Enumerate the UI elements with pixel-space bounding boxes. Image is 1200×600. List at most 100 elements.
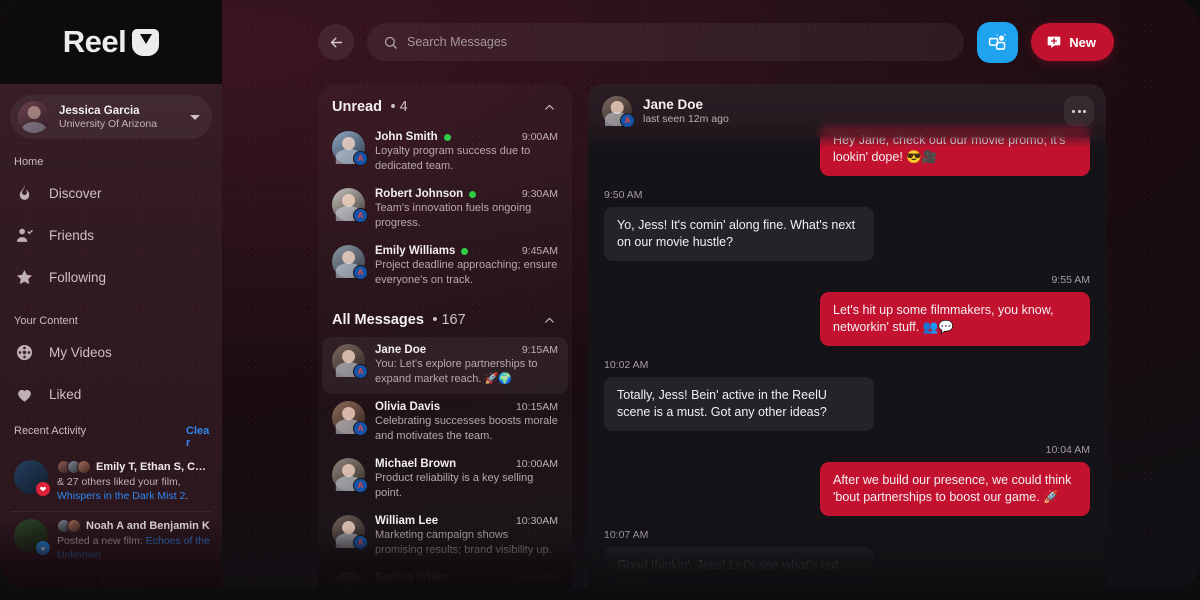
activity-body: Noah A and Benjamin K Posted a new film:… [57,519,212,562]
message-item-top: John Smith 9:00AM [375,131,558,143]
message-timestamp: 9:30AM [521,188,558,200]
recent-activity-header: Recent Activity Clear [14,425,212,449]
message-list-item[interactable]: A William Lee 10:30AM Marketing campaign… [322,508,568,565]
new-message-button[interactable]: New [1031,23,1114,61]
message-item-body: Robert Johnson 9:30AM Team's innovation … [375,188,558,231]
message-item-body: Emily Williams 9:45AM Project deadline a… [375,245,558,288]
sidebar-item-discover[interactable]: Discover [0,172,222,214]
chat-contact-status: last seen 12m ago [643,112,729,125]
university-badge-icon: A [353,151,368,166]
app-root: Reel Jessica Garcia University Of Arizon… [0,0,1200,600]
message-timestamp: 10:45AM [515,572,558,584]
message-item-body: William Lee 10:30AM Marketing campaign s… [375,515,558,558]
profile-switcher[interactable]: Jessica Garcia University Of Arizona [10,95,212,139]
message-list-scroll[interactable]: Unread • 4 A John Smith 9:00AM Loyalty p… [318,84,572,588]
activity-body: Victoria Sanchez Started following you. [57,578,212,588]
activity-film-link[interactable]: Whispers in the Dark Mist 2 [57,490,185,502]
message-item-top: William Lee 10:30AM [375,515,558,527]
search-input[interactable] [407,35,949,49]
activity-avatar-stack [57,519,81,533]
nav-section-label-your-content: Your Content [14,315,78,327]
chat-bubble-outgoing[interactable]: After we build our presence, we could th… [820,462,1090,516]
message-group-header-unread[interactable]: Unread • 4 [318,84,572,124]
activity-text: & 27 others liked your film, Whispers in… [57,475,212,503]
activity-text-after: . [185,490,189,502]
chat-bubble-incoming[interactable]: Totally, Jess! Bein' active in the ReelU… [604,377,874,431]
activity-item[interactable]: ● Noah A and Benjamin K Posted a new fil… [10,512,212,571]
sidebar-item-label: My Videos [49,344,112,360]
activity-text: Posted a new film: Echoes of the Unknown [57,534,212,562]
search-bar[interactable] [367,23,965,61]
sidebar-item-label: Friends [49,227,95,243]
message-item-top: Sophia White 10:45AM [375,572,558,584]
ai-compose-button[interactable] [977,21,1019,63]
activity-thumbnail: ● [14,519,50,555]
message-preview: Loyalty program success due to dedicated… [375,145,531,172]
activity-item[interactable]: ❤ Emily T, Ethan S, Chloe A & 27 others … [10,453,212,512]
new-message-label: New [1069,34,1096,50]
message-timestamp: 9:45AM [521,245,558,257]
new-message-icon [1047,36,1061,48]
brand-name: Reel [62,24,127,59]
profile-text: Jessica Garcia University Of Arizona [59,104,181,131]
chat-bubble-incoming[interactable]: Good thinkin', Jess! Let's see what's ou… [604,547,874,588]
chevron-up-icon[interactable] [543,101,556,114]
profile-name: Jessica Garcia [59,104,140,117]
message-item-top: Robert Johnson 9:30AM [375,188,558,200]
ai-compose-icon [989,33,1007,50]
activity-text-before: Posted a new film: [57,535,146,547]
message-list-item[interactable]: A Michael Brown 10:00AM Product reliabil… [322,451,568,508]
message-list-item[interactable]: A John Smith 9:00AM Loyalty program succ… [322,124,568,181]
message-list-item-selected[interactable]: A Jane Doe 9:15AM You: Let's explore par… [322,337,568,394]
message-item-body: Sophia White 10:45AM User feedback analy… [375,572,558,588]
sidebar-item-friends[interactable]: Friends [0,214,222,256]
message-item-body: Jane Doe 9:15AM You: Let's explore partn… [375,344,558,387]
chat-message-group: 10:07 AM Good thinkin', Jess! Let's see … [604,529,1090,588]
message-preview: Team's innovation fuels ongoing progress… [375,202,532,229]
message-list-item[interactable]: A Olivia Davis 10:15AM Celebrating succe… [322,394,568,451]
message-group-count-value: 167 [441,312,466,328]
message-list-item[interactable]: A Robert Johnson 9:30AM Team's innovatio… [322,181,568,238]
activity-thumbnail: ❤ [14,460,50,496]
avatar: A [332,401,368,436]
message-list-item[interactable]: A Sophia White 10:45AM User feedback ana… [322,565,568,588]
activity-thumbnail: ▲ [14,578,48,588]
message-sender-name: John Smith [375,131,438,143]
sidebar-item-following[interactable]: Following [0,256,222,298]
sidebar: Reel Jessica Garcia University Of Arizon… [0,0,222,588]
activity-avatar-stack [57,460,91,474]
chat-message-group: 10:02 AM Totally, Jess! Bein' active in … [604,359,1090,431]
chevron-up-icon[interactable] [543,314,556,327]
activity-names: Noah A and Benjamin K [86,520,210,532]
university-badge-icon: A [353,364,368,379]
message-preview: Marketing campaign shows promising resul… [375,529,552,556]
chat-message-group: 10:04 AM After we build our presence, we… [604,444,1090,516]
chat-bubble-outgoing[interactable]: Let's hit up some filmmakers, you know, … [820,292,1090,346]
university-badge-icon: A [353,421,368,436]
message-list-item[interactable]: A Emily Williams 9:45AM Project deadline… [322,238,568,295]
chat-timestamp: 10:07 AM [604,529,649,541]
message-sender-name: Jane Doe [375,344,427,356]
brand-logo[interactable]: Reel [62,24,160,60]
message-item-top: Jane Doe 9:15AM [375,344,558,356]
message-list-panel: Unread • 4 A John Smith 9:00AM Loyalty p… [318,84,572,588]
university-badge-icon: A [353,535,368,550]
activity-names-row: Noah A and Benjamin K [57,519,212,533]
message-group-header-all[interactable]: All Messages • 167 [318,295,572,337]
clear-activity-button[interactable]: Clear [186,425,212,449]
flame-icon [14,183,34,203]
chat-scroll-area[interactable]: Hey Jane, check out our movie promo; it'… [588,84,1106,588]
chevron-down-icon[interactable] [190,114,200,120]
sidebar-item-my-videos[interactable]: My Videos [0,331,222,373]
activity-item[interactable]: ▲ Victoria Sanchez Started following you… [10,571,212,588]
message-preview: Project deadline approaching; ensure eve… [375,259,558,286]
app-window: Reel Jessica Garcia University Of Arizon… [0,0,1200,588]
activity-text-before: & 27 others liked your film, [57,476,181,488]
message-sender-name: William Lee [375,515,439,527]
back-button[interactable] [318,24,354,60]
chat-message-group: 9:50 AM Yo, Jess! It's comin' along fine… [604,189,1090,261]
sidebar-item-liked[interactable]: Liked [0,373,222,415]
message-timestamp: 10:30AM [515,515,558,527]
more-options-icon[interactable] [1064,96,1094,126]
chat-bubble-incoming[interactable]: Yo, Jess! It's comin' along fine. What's… [604,207,874,261]
